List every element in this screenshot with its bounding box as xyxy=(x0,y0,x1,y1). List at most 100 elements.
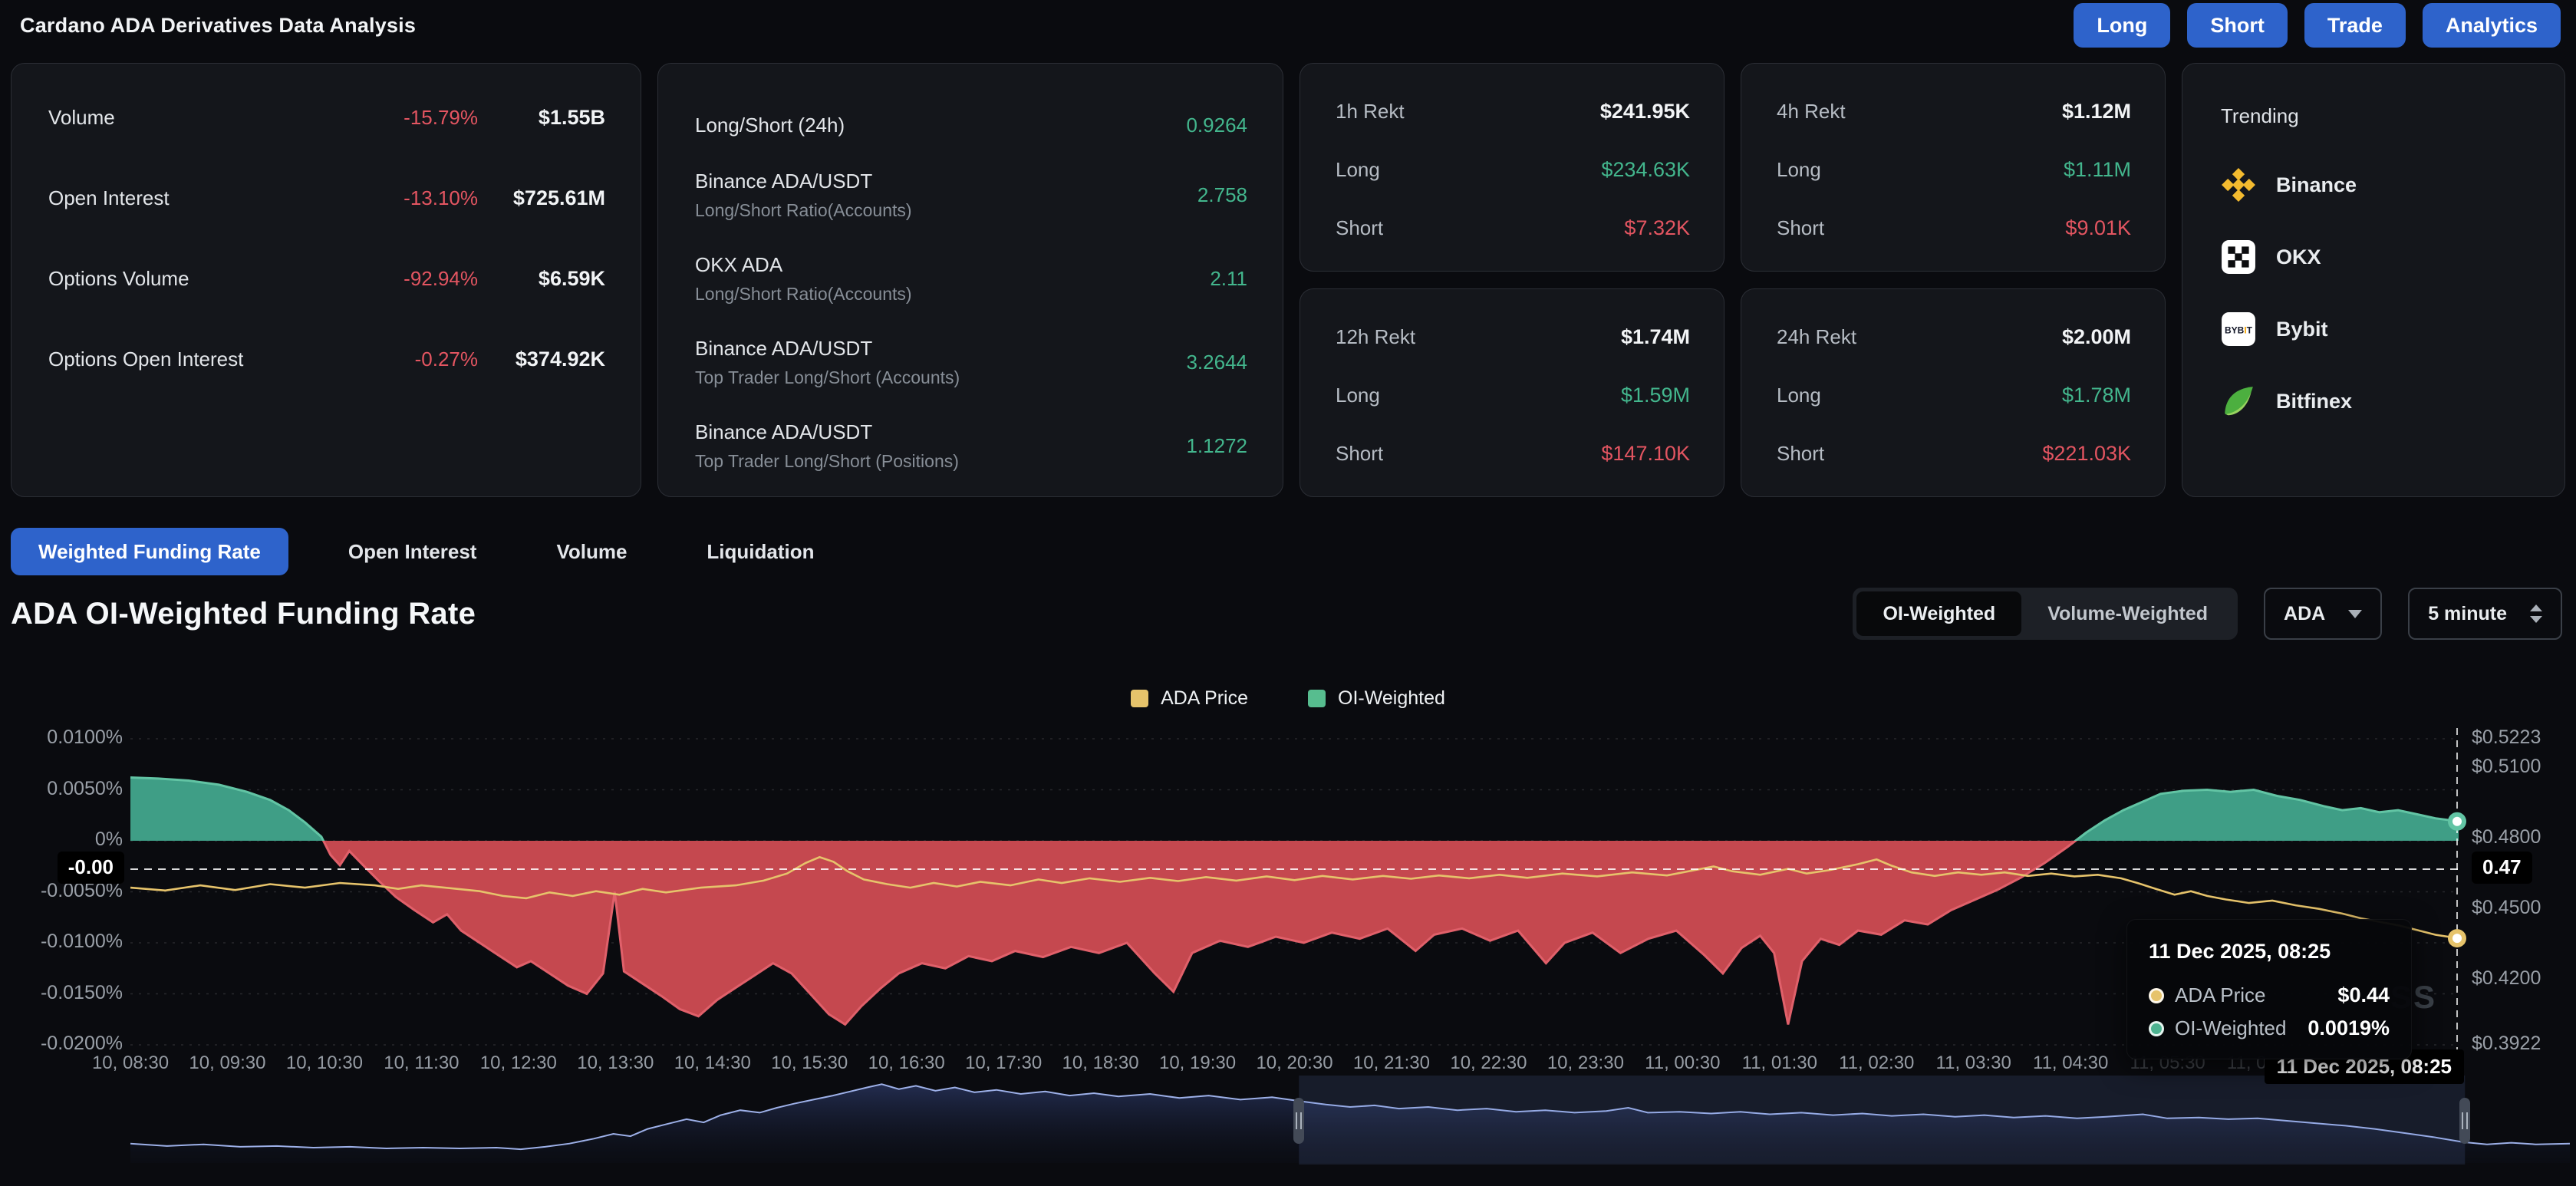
chart-title: ADA OI-Weighted Funding Rate xyxy=(11,597,476,631)
rekt-card-4h: 4h Rekt $1.12M Long $1.11M Short $9.01K xyxy=(1741,63,2166,272)
ratio-title: Binance ADA/USDT xyxy=(695,170,1197,193)
stat-value: $725.61M xyxy=(506,186,605,210)
ratio-row-24h: Long/Short (24h) 0.9264 xyxy=(695,108,1247,142)
binance-icon xyxy=(2221,167,2256,203)
navigator-selection[interactable] xyxy=(1299,1076,2465,1165)
rekt-period-label: 12h Rekt xyxy=(1336,325,1621,349)
rekt-total-value: $1.12M xyxy=(2062,100,2131,124)
stat-change: -92.94% xyxy=(324,267,478,291)
chart-controls: OI-Weighted Volume-Weighted ADA 5 minute xyxy=(1853,588,2562,640)
rekt-total-row: 4h Rekt $1.12M xyxy=(1777,94,2131,128)
ratio-row-okx-accounts: OKX ADA Long/Short Ratio(Accounts) 2.11 xyxy=(695,248,1247,309)
ratio-value: 3.2644 xyxy=(1186,351,1247,374)
exchange-row-okx[interactable]: OKX xyxy=(2221,239,2534,275)
left-axis-tick: -0.0100% xyxy=(41,931,123,953)
right-axis-tick: $0.5223 xyxy=(2472,726,2541,749)
rekt-column-2: 4h Rekt $1.12M Long $1.11M Short $9.01K … xyxy=(1741,63,2166,497)
rekt-short-label: Short xyxy=(1336,216,1624,240)
rekt-short-row: Short $9.01K xyxy=(1777,211,2131,245)
trade-button[interactable]: Trade xyxy=(2304,3,2406,48)
rekt-short-row: Short $221.03K xyxy=(1777,437,2131,470)
rekt-long-value: $1.78M xyxy=(2062,384,2131,407)
rekt-total-value: $241.95K xyxy=(1600,100,1690,124)
tab-open-interest[interactable]: Open Interest xyxy=(328,528,497,575)
trending-card: Trending Binance xyxy=(2182,63,2565,497)
tab-weighted-funding-rate[interactable]: Weighted Funding Rate xyxy=(11,528,288,575)
ratio-value: 2.11 xyxy=(1210,267,1247,291)
legend-item-oi-weighted[interactable]: OI-Weighted xyxy=(1308,687,1445,710)
toggle-oi-weighted[interactable]: OI-Weighted xyxy=(1856,591,2021,636)
exchange-name: OKX xyxy=(2276,245,2321,269)
ratio-subtitle: Long/Short Ratio(Accounts) xyxy=(695,284,1210,305)
chevron-down-icon xyxy=(2348,610,2362,618)
rekt-short-value: $147.10K xyxy=(1601,442,1690,466)
rekt-card-12h: 12h Rekt $1.74M Long $1.59M Short $147.1… xyxy=(1300,288,1724,497)
rekt-long-label: Long xyxy=(1336,384,1621,407)
stats-cards-row: Volume -15.79% $1.55B Open Interest -13.… xyxy=(11,63,2565,497)
stat-value: $6.59K xyxy=(506,267,605,291)
tooltip-timestamp: 11 Dec 2025, 08:25 xyxy=(2149,940,2390,964)
legend-label: ADA Price xyxy=(1161,687,1248,710)
rekt-period-label: 1h Rekt xyxy=(1336,100,1600,124)
stat-change: -13.10% xyxy=(324,186,478,210)
right-axis-tick: $0.4800 xyxy=(2472,826,2541,848)
legend-item-ada-price[interactable]: ADA Price xyxy=(1131,687,1248,710)
rekt-period-label: 4h Rekt xyxy=(1777,100,2062,124)
tooltip-row-ada-price: ADA Price $0.44 xyxy=(2149,983,2390,1007)
exchange-row-bybit[interactable]: BYBIT Bybit xyxy=(2221,311,2534,348)
rekt-total-value: $2.00M xyxy=(2062,325,2131,349)
analytics-button[interactable]: Analytics xyxy=(2423,3,2561,48)
exchange-name: Bybit xyxy=(2276,318,2328,341)
rekt-short-value: $7.32K xyxy=(1624,216,1690,240)
weighting-toggle: OI-Weighted Volume-Weighted xyxy=(1853,588,2238,640)
rekt-long-row: Long $1.11M xyxy=(1777,153,2131,186)
ratio-row-binance-top-positions: Binance ADA/USDT Top Trader Long/Short (… xyxy=(695,415,1247,476)
tab-liquidation[interactable]: Liquidation xyxy=(687,528,834,575)
pair-select[interactable]: ADA xyxy=(2264,588,2382,640)
chart-legend: ADA Price OI-Weighted xyxy=(0,687,2576,710)
current-funding-badge: -0.00 xyxy=(58,852,124,884)
exchange-row-bitfinex[interactable]: Bitfinex xyxy=(2221,383,2534,420)
tooltip-value: 0.0019% xyxy=(2308,1016,2390,1040)
topbar: Cardano ADA Derivatives Data Analysis Lo… xyxy=(0,0,2576,51)
exchange-row-binance[interactable]: Binance xyxy=(2221,166,2534,203)
oi-weighted-swatch xyxy=(1308,690,1326,707)
ratio-value: 1.1272 xyxy=(1186,434,1247,458)
okx-icon xyxy=(2221,239,2256,275)
ratio-value: 0.9264 xyxy=(1186,114,1247,137)
trending-title: Trending xyxy=(2221,100,2534,131)
short-button[interactable]: Short xyxy=(2187,3,2288,48)
navigator-handle-right[interactable] xyxy=(2459,1098,2470,1144)
exchange-name: Binance xyxy=(2276,173,2357,197)
long-button[interactable]: Long xyxy=(2074,3,2170,48)
right-axis-tick: $0.4200 xyxy=(2472,967,2541,990)
rekt-short-label: Short xyxy=(1336,442,1601,466)
rekt-long-value: $1.59M xyxy=(1621,384,1690,407)
rekt-total-value: $1.74M xyxy=(1621,325,1690,349)
interval-select[interactable]: 5 minute xyxy=(2408,588,2562,640)
toggle-volume-weighted[interactable]: Volume-Weighted xyxy=(2021,591,2234,636)
tooltip-label: OI-Weighted xyxy=(2175,1016,2297,1040)
left-axis-tick: 0.0100% xyxy=(47,726,123,749)
rekt-short-row: Short $7.32K xyxy=(1336,211,1690,245)
left-axis-tick: -0.0150% xyxy=(41,982,123,1004)
rekt-long-label: Long xyxy=(1777,158,2064,182)
navigator-handle-left[interactable] xyxy=(1293,1098,1304,1144)
ratio-title: Binance ADA/USDT xyxy=(695,420,1186,444)
bybit-icon: BYBIT xyxy=(2221,311,2256,347)
rekt-long-row: Long $1.78M xyxy=(1777,378,2131,412)
ratio-title: OKX ADA xyxy=(695,253,1210,277)
rekt-card-24h: 24h Rekt $2.00M Long $1.78M Short $221.0… xyxy=(1741,288,2166,497)
current-price-badge: 0.47 xyxy=(2472,852,2532,884)
tooltip-row-oi-weighted: OI-Weighted 0.0019% xyxy=(2149,1016,2390,1040)
right-axis-tick: $0.5100 xyxy=(2472,756,2541,778)
right-axis-tick: $0.3922 xyxy=(2472,1033,2541,1055)
topbar-actions: Long Short Trade Analytics xyxy=(2074,3,2561,48)
chart-section-head: ADA OI-Weighted Funding Rate OI-Weighted… xyxy=(11,585,2562,643)
rekt-column-1: 1h Rekt $241.95K Long $234.63K Short $7.… xyxy=(1300,63,1724,497)
stat-row-options-volume: Options Volume -92.94% $6.59K xyxy=(48,262,605,295)
rekt-card-1h: 1h Rekt $241.95K Long $234.63K Short $7.… xyxy=(1300,63,1724,272)
ratio-subtitle: Long/Short Ratio(Accounts) xyxy=(695,200,1197,221)
ratio-subtitle: Top Trader Long/Short (Positions) xyxy=(695,451,1186,472)
tab-volume[interactable]: Volume xyxy=(536,528,647,575)
